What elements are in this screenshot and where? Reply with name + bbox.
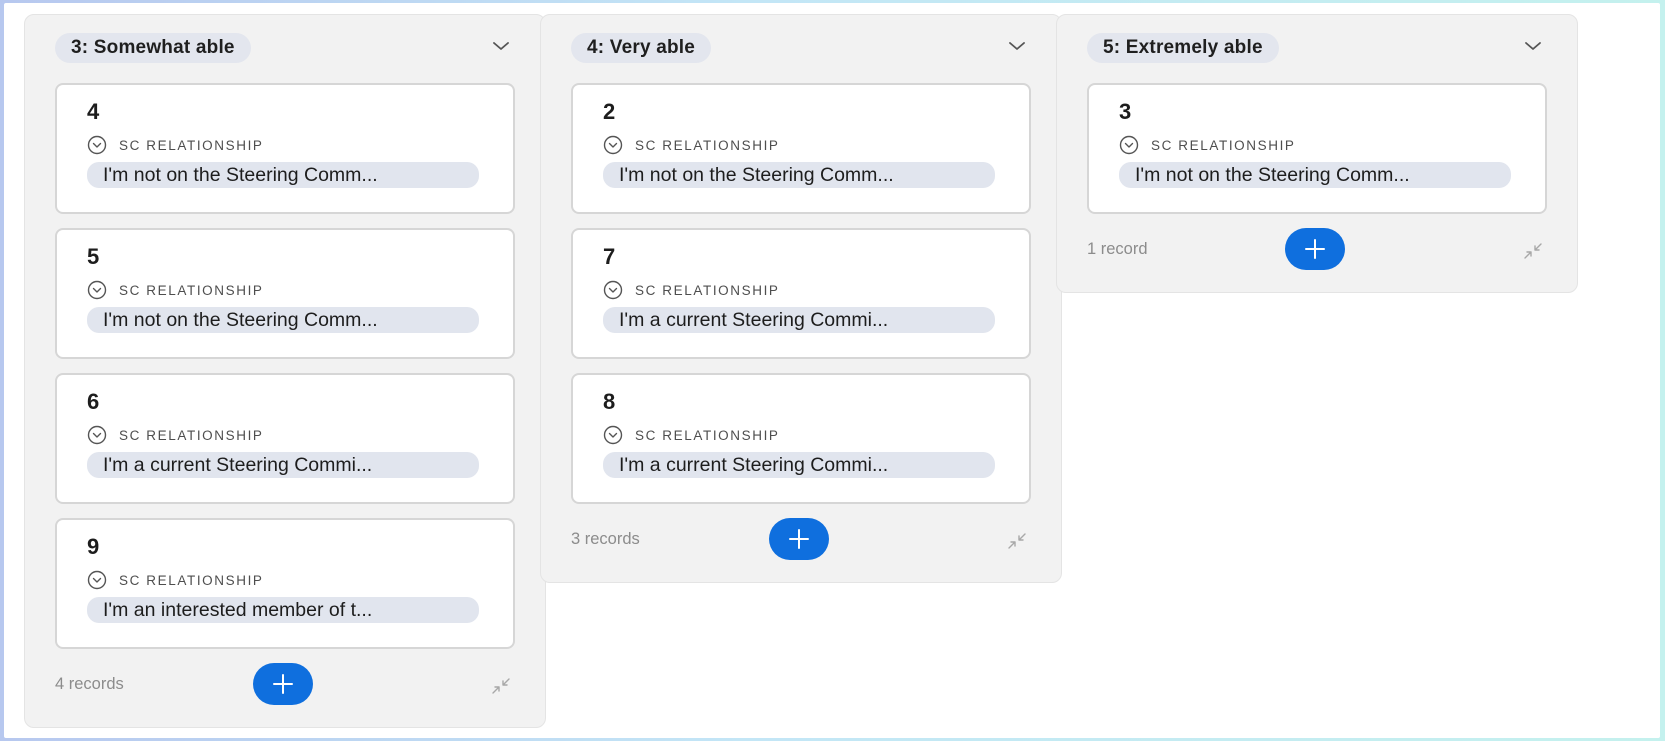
circle-chevron-icon: [87, 570, 107, 590]
field-value-pill: I'm a current Steering Commi...: [87, 452, 479, 478]
record-card[interactable]: 4 SC RELATIONSHIP I'm not on the Steerin…: [55, 83, 515, 214]
collapse-arrows-icon[interactable]: [1005, 530, 1029, 552]
card-title: 7: [603, 244, 616, 269]
record-card[interactable]: 6 SC RELATIONSHIP I'm a current Steering…: [55, 373, 515, 504]
circle-chevron-icon: [603, 280, 623, 300]
record-count: 1 record: [1087, 240, 1148, 258]
record-card[interactable]: 8 SC RELATIONSHIP I'm a current Steering…: [571, 373, 1031, 504]
collapse-arrows-icon[interactable]: [489, 675, 513, 697]
kanban-column-extremely-able: 5: Extremely able 3 SC RELATIONSHIP I'm …: [1056, 14, 1578, 293]
card-title: 8: [603, 389, 616, 414]
column-footer: 1 record: [1087, 228, 1547, 272]
card-title: 6: [87, 389, 100, 414]
field-label-text: SC RELATIONSHIP: [635, 427, 780, 443]
kanban-board: 3: Somewhat able 4 SC RELATIONSHIP I'm n…: [4, 3, 1660, 738]
column-footer: 3 records: [571, 518, 1031, 562]
field-label-text: SC RELATIONSHIP: [1151, 137, 1296, 153]
column-header: 5: Extremely able: [1087, 33, 1547, 63]
record-card[interactable]: 5 SC RELATIONSHIP I'm not on the Steerin…: [55, 228, 515, 359]
card-title: 2: [603, 99, 616, 124]
circle-chevron-icon: [87, 135, 107, 155]
circle-chevron-icon: [87, 280, 107, 300]
card-title: 5: [87, 244, 100, 269]
plus-icon: [789, 529, 809, 549]
record-count: 3 records: [571, 530, 640, 548]
field-label: SC RELATIONSHIP: [87, 280, 483, 300]
field-label: SC RELATIONSHIP: [603, 135, 999, 155]
record-count: 4 records: [55, 675, 124, 693]
chevron-down-icon[interactable]: [1523, 39, 1543, 53]
field-value-pill: I'm not on the Steering Comm...: [1119, 162, 1511, 188]
field-label-text: SC RELATIONSHIP: [119, 137, 264, 153]
column-title: 4: Very able: [571, 33, 712, 63]
field-label: SC RELATIONSHIP: [603, 425, 999, 445]
field-label-text: SC RELATIONSHIP: [635, 282, 780, 298]
field-label-text: SC RELATIONSHIP: [119, 572, 264, 588]
card-title: 9: [87, 534, 100, 559]
kanban-column-very-able: 4: Very able 2 SC RELATIONSHIP I'm not o…: [540, 14, 1062, 583]
kanban-column-somewhat-able: 3: Somewhat able 4 SC RELATIONSHIP I'm n…: [24, 14, 546, 728]
field-label: SC RELATIONSHIP: [87, 570, 483, 590]
field-label-text: SC RELATIONSHIP: [119, 282, 264, 298]
record-card[interactable]: 3 SC RELATIONSHIP I'm not on the Steerin…: [1087, 83, 1547, 214]
column-title: 5: Extremely able: [1087, 33, 1279, 63]
field-label: SC RELATIONSHIP: [1119, 135, 1515, 155]
record-card[interactable]: 9 SC RELATIONSHIP I'm an interested memb…: [55, 518, 515, 649]
plus-icon: [1305, 239, 1325, 259]
card-title: 3: [1119, 99, 1132, 124]
circle-chevron-icon: [603, 135, 623, 155]
chevron-down-icon[interactable]: [1007, 39, 1027, 53]
field-label: SC RELATIONSHIP: [603, 280, 999, 300]
add-record-button[interactable]: [769, 518, 829, 560]
field-label: SC RELATIONSHIP: [87, 425, 483, 445]
field-label: SC RELATIONSHIP: [87, 135, 483, 155]
chevron-down-icon[interactable]: [491, 39, 511, 53]
circle-chevron-icon: [1119, 135, 1139, 155]
column-footer: 4 records: [55, 663, 515, 707]
column-header: 3: Somewhat able: [55, 33, 515, 63]
circle-chevron-icon: [87, 425, 107, 445]
field-label-text: SC RELATIONSHIP: [119, 427, 264, 443]
column-title: 3: Somewhat able: [55, 33, 251, 63]
record-card[interactable]: 7 SC RELATIONSHIP I'm a current Steering…: [571, 228, 1031, 359]
field-value-pill: I'm not on the Steering Comm...: [87, 162, 479, 188]
record-card[interactable]: 2 SC RELATIONSHIP I'm not on the Steerin…: [571, 83, 1031, 214]
collapse-arrows-icon[interactable]: [1521, 240, 1545, 262]
field-label-text: SC RELATIONSHIP: [635, 137, 780, 153]
field-value-pill: I'm not on the Steering Comm...: [87, 307, 479, 333]
column-header: 4: Very able: [571, 33, 1031, 63]
card-title: 4: [87, 99, 100, 124]
add-record-button[interactable]: [1285, 228, 1345, 270]
plus-icon: [273, 674, 293, 694]
field-value-pill: I'm not on the Steering Comm...: [603, 162, 995, 188]
circle-chevron-icon: [603, 425, 623, 445]
field-value-pill: I'm a current Steering Commi...: [603, 452, 995, 478]
add-record-button[interactable]: [253, 663, 313, 705]
field-value-pill: I'm a current Steering Commi...: [603, 307, 995, 333]
field-value-pill: I'm an interested member of t...: [87, 597, 479, 623]
